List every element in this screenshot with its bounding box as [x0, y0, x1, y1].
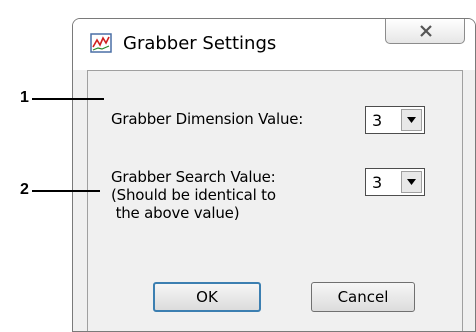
search-select-value: 3 [372, 173, 383, 192]
window-title: Grabber Settings [123, 33, 277, 54]
search-label-line-3: the above value) [111, 204, 240, 222]
dimension-select[interactable]: 3 [365, 106, 425, 134]
callout-number-2: 2 [20, 181, 29, 198]
search-label-line-1: Grabber Search Value: [111, 168, 276, 186]
callout-line-1 [32, 98, 104, 100]
grabber-settings-dialog: Grabber Settings Grabber Dimension Value… [72, 18, 476, 332]
chevron-down-icon [407, 179, 416, 185]
close-button[interactable] [385, 19, 465, 44]
ok-button[interactable]: OK [153, 282, 261, 312]
chart-app-icon [90, 33, 112, 58]
close-x-icon [420, 25, 432, 37]
search-label-line-2: (Should be identical to [111, 186, 276, 204]
callout-number-1: 1 [20, 89, 29, 106]
search-select[interactable]: 3 [365, 168, 425, 196]
dimension-select-value: 3 [372, 111, 383, 130]
search-dropdown-button[interactable] [401, 171, 422, 193]
chevron-down-icon [407, 117, 416, 123]
dimension-dropdown-button[interactable] [401, 109, 422, 131]
title-bar: Grabber Settings [73, 19, 475, 70]
dimension-label: Grabber Dimension Value: [111, 110, 304, 128]
cancel-button[interactable]: Cancel [311, 282, 415, 312]
callout-line-2 [32, 190, 100, 192]
dialog-client-area: Grabber Dimension Value: 3 Grabber Searc… [87, 70, 463, 331]
